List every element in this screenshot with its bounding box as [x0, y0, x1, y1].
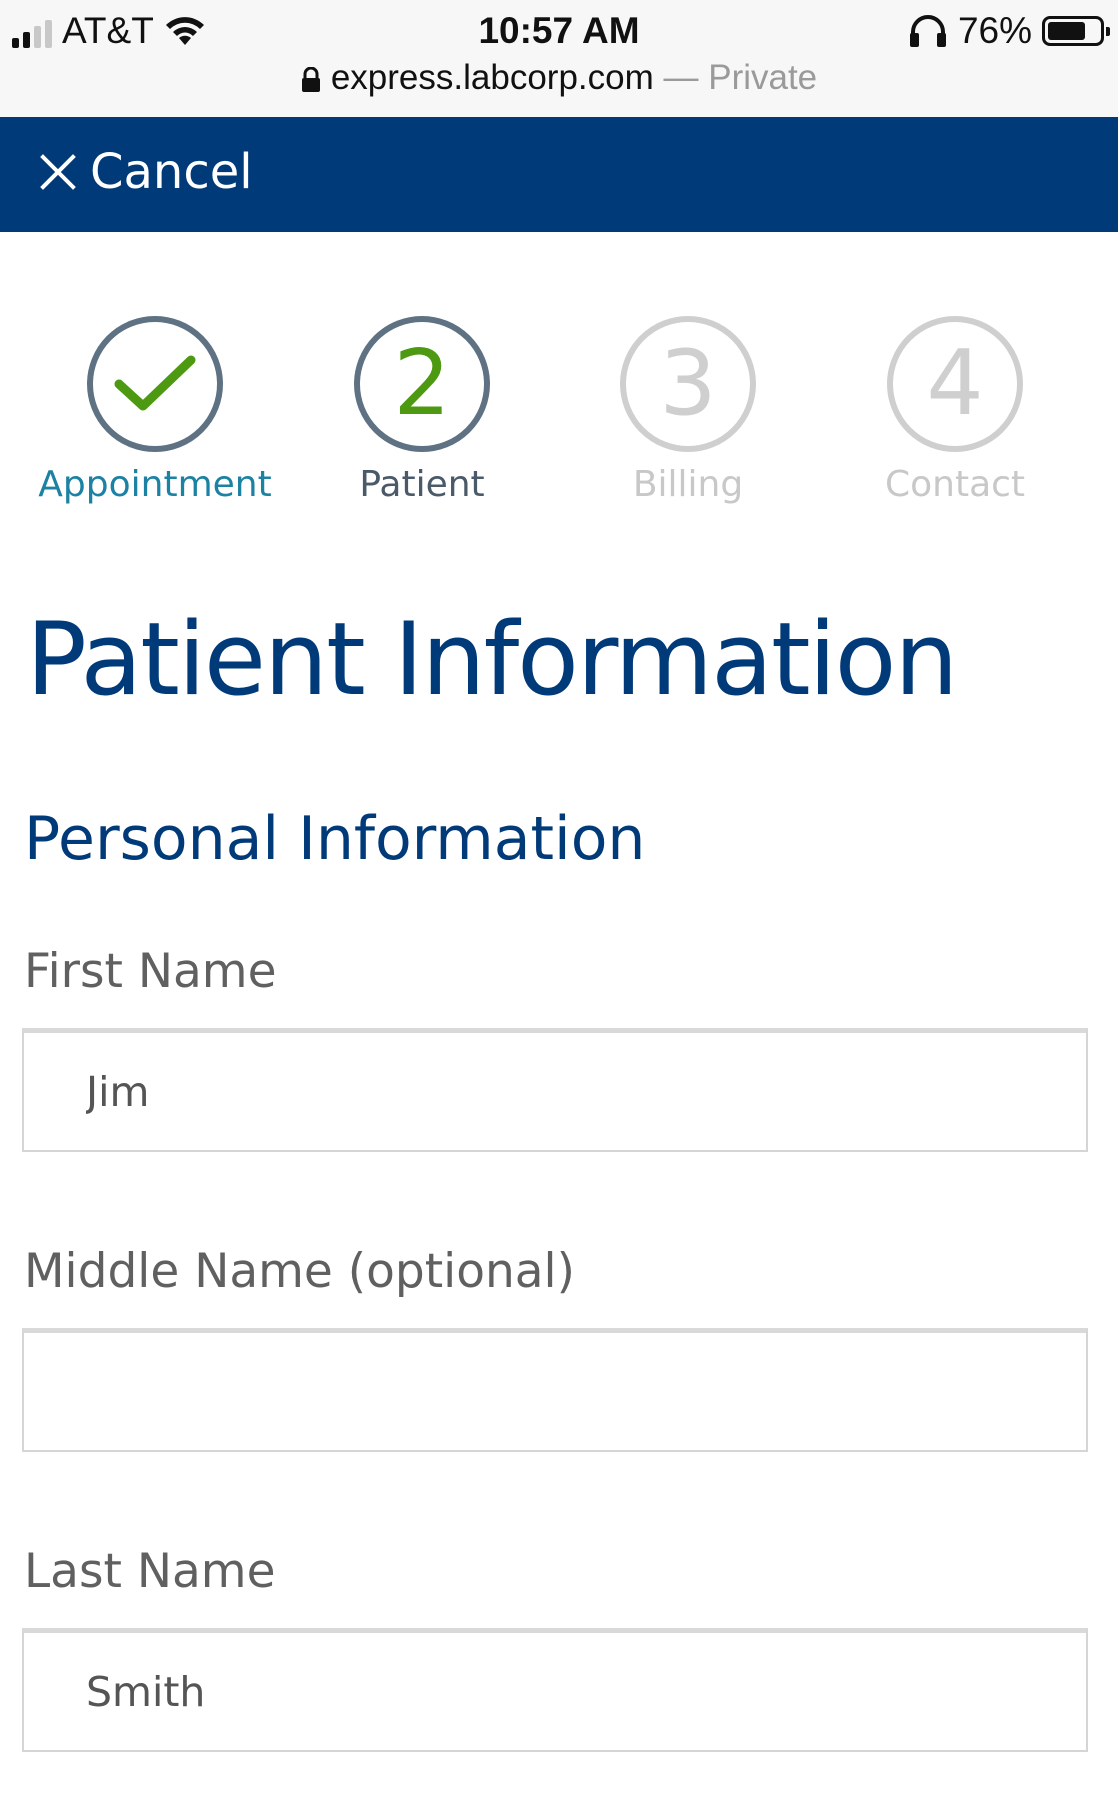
battery-percent: 76% — [957, 10, 1032, 51]
step-appointment[interactable]: Appointment — [22, 316, 288, 505]
page-title: Patient Information — [26, 600, 958, 718]
private-mode-label: Private — [708, 58, 818, 97]
last-name-field[interactable] — [22, 1628, 1088, 1752]
step-complete-circle — [87, 316, 223, 452]
step-number: 4 — [887, 316, 1023, 452]
step-contact: 4 Contact — [822, 316, 1088, 505]
middle-name-label: Middle Name (optional) — [24, 1244, 575, 1299]
middle-name-field[interactable] — [22, 1328, 1088, 1452]
last-name-label: Last Name — [24, 1544, 276, 1599]
battery-icon — [1042, 16, 1110, 46]
status-bar-right: 76% — [908, 10, 1110, 52]
url-bar[interactable]: express.labcorp.com — Private — [0, 58, 1118, 98]
step-number: 3 — [620, 316, 756, 452]
progress-stepper: Appointment 2 Patient 3 Billing 4 Contac… — [0, 316, 1118, 526]
lock-icon — [301, 66, 320, 92]
top-navigation-bar: Cancel — [0, 117, 1118, 232]
step-label: Patient — [359, 464, 485, 505]
step-label: Appointment — [38, 464, 272, 505]
step-billing: 3 Billing — [555, 316, 821, 505]
cancel-button[interactable]: Cancel — [40, 144, 253, 200]
section-title: Personal Information — [24, 804, 646, 874]
first-name-field[interactable] — [22, 1028, 1088, 1152]
url-text: express.labcorp.com — [330, 58, 654, 97]
status-bar: AT&T 10:57 AM 76% express.labcorp.com — … — [0, 0, 1118, 118]
step-label: Billing — [632, 464, 744, 505]
step-number: 2 — [354, 316, 490, 452]
first-name-label: First Name — [24, 944, 277, 999]
step-patient: 2 Patient — [289, 316, 555, 505]
checkmark-icon — [114, 355, 196, 411]
url-separator: — — [653, 58, 709, 97]
step-label: Contact — [884, 464, 1026, 505]
close-icon — [40, 154, 76, 190]
headphones-icon — [909, 15, 946, 47]
cancel-label: Cancel — [90, 144, 253, 200]
